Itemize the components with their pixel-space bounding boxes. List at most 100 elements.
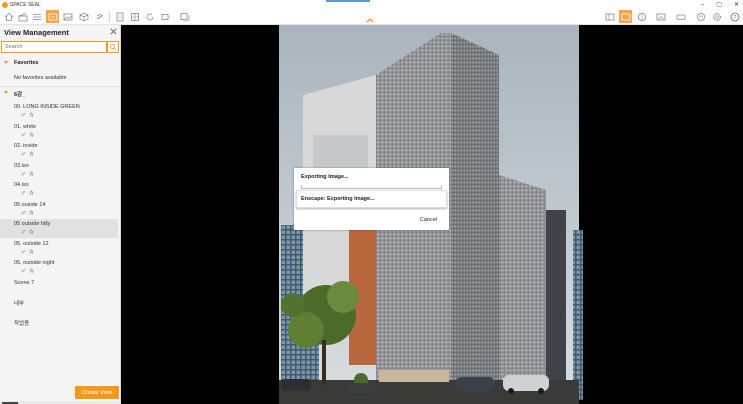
caret-down-icon xyxy=(4,91,8,94)
star-icon[interactable] xyxy=(29,248,34,254)
view-actions xyxy=(21,268,34,273)
bookmark-icon[interactable] xyxy=(93,10,106,23)
chevron-up-icon[interactable] xyxy=(365,16,375,24)
view-label: 04.iso xyxy=(14,182,29,188)
view-list-item[interactable]: 작업용 xyxy=(0,317,118,336)
export-progress-bar xyxy=(301,185,442,189)
view-actions xyxy=(21,248,34,254)
caret-down-icon xyxy=(4,61,8,64)
star-icon[interactable] xyxy=(29,229,34,234)
app-title: SPACE SEAL xyxy=(10,1,41,8)
search-button[interactable] xyxy=(107,41,119,53)
edit-icon[interactable] xyxy=(21,132,26,137)
view-label: Scene 7 xyxy=(14,279,35,286)
panel-header: View Management xyxy=(0,25,121,40)
minimize-button[interactable]: – xyxy=(701,2,704,8)
view-actions xyxy=(21,209,34,215)
search-icon xyxy=(109,43,117,51)
view-management-panel: View Management Favorites No favorites a… xyxy=(0,25,121,402)
view-list-item[interactable]: 03.iso xyxy=(0,161,118,180)
no-favorites-text: No favorites available xyxy=(14,75,67,81)
screen-icon[interactable] xyxy=(654,10,667,23)
edit-icon[interactable] xyxy=(21,249,26,254)
export-progress-dialog: Exporting Image... Enscape: Exporting Im… xyxy=(294,168,449,230)
panel-title: View Management xyxy=(4,28,69,37)
star-icon[interactable] xyxy=(29,112,34,117)
rotate-icon[interactable] xyxy=(143,10,156,23)
create-view-button[interactable]: Create View xyxy=(75,386,119,399)
view-list-item[interactable]: Scene 7 xyxy=(0,278,118,297)
star-icon[interactable] xyxy=(29,268,34,273)
group-label: 6강_ xyxy=(14,92,26,98)
view-label: 05 ouside 14 xyxy=(14,201,46,208)
panel-left-icon[interactable] xyxy=(603,10,616,23)
edit-icon[interactable] xyxy=(21,151,26,156)
view-label: 03.iso xyxy=(14,162,29,169)
view-label: 01. white xyxy=(14,123,37,130)
toolbar-separator xyxy=(109,12,110,22)
edit-icon[interactable] xyxy=(21,171,26,176)
view-list-item[interactable]: 05. outside night xyxy=(0,258,118,277)
edit-icon[interactable] xyxy=(21,190,26,195)
view-label: 내부 xyxy=(14,301,25,307)
search-input[interactable] xyxy=(1,41,107,53)
view-list-item[interactable]: 02. inside xyxy=(0,141,118,160)
clapper-icon[interactable] xyxy=(16,10,29,23)
view-label: 05 outside hilly xyxy=(14,221,51,227)
palette-icon[interactable] xyxy=(635,10,648,23)
maximize-button[interactable]: ▢ xyxy=(716,1,722,8)
view-list-item[interactable]: 05 ouside 14 xyxy=(0,200,118,219)
edit-icon[interactable] xyxy=(21,210,26,215)
window-controls: – ▢ ✕ xyxy=(701,0,739,9)
favorites-label: Favorites xyxy=(14,60,39,66)
image-icon[interactable] xyxy=(61,10,74,23)
dialog-status-text: Enscape: Exporting Image... xyxy=(301,196,375,202)
close-icon[interactable] xyxy=(109,27,118,36)
edit-icon[interactable] xyxy=(21,268,26,273)
app-logo-icon xyxy=(2,1,8,8)
star-icon[interactable] xyxy=(29,151,34,156)
view-list-item[interactable]: 05 outside hilly xyxy=(0,219,118,238)
title-progress-indicator xyxy=(326,0,370,2)
star-icon[interactable] xyxy=(29,190,34,195)
help-icon[interactable]: ? xyxy=(728,10,741,23)
dialog-title: Exporting Image... xyxy=(301,174,349,180)
svg-text:?: ? xyxy=(733,15,736,21)
group-section-toggle[interactable]: 6강_ xyxy=(0,89,121,99)
view-list-item[interactable]: 05. outside 12 xyxy=(0,239,118,258)
title-bar: SPACE SEAL – ▢ ✕ xyxy=(0,0,743,9)
export-batch-icon[interactable] xyxy=(178,10,191,23)
doc-icon[interactable] xyxy=(113,10,126,23)
view-list-item[interactable]: 내부 xyxy=(0,297,118,316)
view-list-item[interactable]: 00. LONG INSIDE GREEN xyxy=(0,102,118,121)
star-icon[interactable] xyxy=(29,131,34,137)
share-icon[interactable] xyxy=(694,10,707,23)
view-actions xyxy=(21,151,34,156)
settings-list-icon[interactable] xyxy=(30,10,43,23)
home-icon[interactable] xyxy=(2,10,15,23)
grid-doc-icon[interactable] xyxy=(128,10,141,23)
view-actions xyxy=(21,190,34,195)
cancel-button[interactable]: Cancel xyxy=(420,217,437,223)
view-label: 00. LONG INSIDE GREEN xyxy=(14,104,80,110)
export-icon[interactable] xyxy=(159,10,172,23)
cube-icon[interactable] xyxy=(77,10,90,23)
view-list-item[interactable]: 01. white xyxy=(0,122,118,141)
section-divider xyxy=(0,86,121,87)
star-icon[interactable] xyxy=(29,170,34,176)
edit-icon[interactable] xyxy=(21,112,26,117)
view-label: 05. outside 12 xyxy=(14,240,49,247)
vr-icon[interactable] xyxy=(674,10,687,23)
view-actions xyxy=(21,131,34,137)
favorites-section-toggle[interactable]: Favorites xyxy=(0,59,121,69)
gear-icon[interactable] xyxy=(710,10,723,23)
view-list-item[interactable]: 04.iso xyxy=(0,180,118,199)
edit-icon[interactable] xyxy=(21,229,26,234)
views-icon[interactable] xyxy=(46,10,59,23)
close-window-button[interactable]: ✕ xyxy=(734,1,739,8)
star-icon[interactable] xyxy=(29,209,34,215)
view-actions xyxy=(21,170,34,176)
panel-active-icon[interactable] xyxy=(619,10,632,23)
view-label: 02. inside xyxy=(14,143,38,149)
dialog-status-box: Enscape: Exporting Image... xyxy=(296,190,447,208)
